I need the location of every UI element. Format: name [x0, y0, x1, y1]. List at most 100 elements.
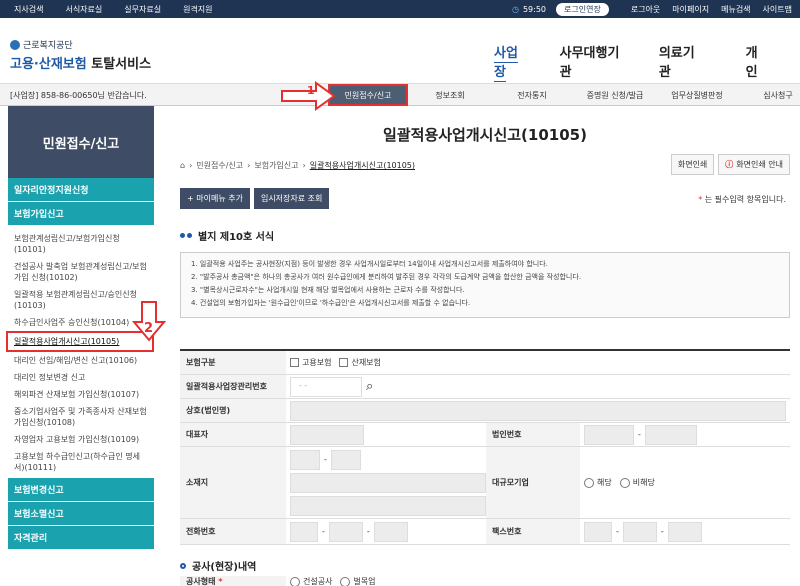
crumb-sep-icon: ›	[247, 161, 251, 170]
mgmt-no-input[interactable]: - -	[290, 376, 362, 397]
logo-mark-icon	[10, 39, 20, 50]
address-input-2[interactable]	[290, 495, 486, 516]
bullet-ring-icon	[180, 562, 186, 569]
notice-line-1: 1. 일괄적용 사업주는 공사현장(지점) 등이 발생한 경우 사업개시일로부터…	[191, 260, 548, 268]
fax-label: 팩스번호	[486, 519, 580, 544]
sidebar-title: 민원접수/신고	[8, 106, 154, 178]
print-button[interactable]: 화면인쇄	[670, 154, 715, 175]
sub-menu-bar: [사업장] 858-86-00650님 반갑습니다. 민원접수/신고 정보조회 …	[0, 84, 800, 106]
gnb-medical[interactable]: 의료기관	[659, 42, 704, 80]
submenu-enotice[interactable]: 전자통지	[492, 84, 572, 106]
menu-search-link[interactable]: 메뉴검색	[721, 4, 750, 15]
large-no-radio[interactable]	[619, 477, 630, 488]
sitemap-link[interactable]: 사이트맵	[763, 4, 792, 15]
sidebar-cat-job[interactable]: 일자리안정지원신청	[8, 178, 154, 202]
sidebar: 민원접수/신고 일자리안정지원신청 보험가입신고 보험관계성립신고/보험가입신청…	[6, 106, 154, 586]
zip-input-1[interactable]	[290, 449, 320, 470]
sidebar-item-10102[interactable]: 건설공사 발축업 보험관계성립신고/보험가입 신청(10102)	[8, 258, 154, 286]
search-icon[interactable]: ⌕	[366, 379, 373, 394]
large-no-label: 비해당	[632, 478, 655, 487]
crumb-2[interactable]: 보험가입신고	[254, 160, 298, 171]
header: 근로복지공단 고용·산재보험 토탈서비스 사업장 사무대행기관 의료기관 개인	[0, 18, 800, 84]
sidebar-cat-insurance[interactable]: 보험가입신고	[8, 202, 154, 226]
logo-org: 근로복지공단	[23, 41, 73, 51]
fax-input-3[interactable]	[667, 521, 702, 542]
construction-type-label: 공사형태 *	[180, 576, 286, 586]
logo[interactable]: 근로복지공단 고용·산재보험 토탈서비스	[10, 38, 151, 72]
company-label: 상호(법인명)	[180, 399, 286, 422]
construction-type-text: 공사형태	[186, 577, 216, 586]
sidebar-cat-qualification[interactable]: 자격관리	[8, 526, 154, 550]
sidebar-cat-change[interactable]: 보험변경신고	[8, 478, 154, 502]
corp-no-input-2[interactable]	[644, 424, 697, 445]
fax-input-2[interactable]	[622, 521, 657, 542]
employment-ins-checkbox[interactable]	[290, 358, 299, 367]
ins-type-label: 보험구분	[180, 351, 286, 374]
submenu-info[interactable]: 정보조회	[408, 84, 492, 106]
logging-radio[interactable]	[340, 576, 351, 586]
submenu-complaint[interactable]: 민원접수/신고	[328, 84, 408, 106]
fax-input-1[interactable]	[584, 521, 612, 542]
phone-input-2[interactable]	[328, 521, 363, 542]
zip-input-2[interactable]	[330, 449, 361, 470]
crumb-1[interactable]: 민원접수/신고	[196, 160, 243, 171]
required-star: *	[698, 195, 703, 204]
mypage-link[interactable]: 마이페이지	[672, 4, 709, 15]
print-guide-button[interactable]: ⓘ 화면인쇄 안내	[718, 154, 790, 175]
main-content: 일괄적용사업개시신고(10105) ⌂ › 민원접수/신고 › 보험가입신고 ›…	[180, 106, 790, 586]
sidebar-item-10106[interactable]: 대리인 선임/해임/변신 신고(10106)	[8, 352, 154, 369]
sidebar-item-10107[interactable]: 해외파견 산재보험 가입신청(10107)	[8, 386, 154, 403]
gnb-agency[interactable]: 사무대행기관	[560, 42, 627, 80]
mgmt-no-label: 일괄적용사업장관리번호	[180, 375, 286, 398]
sidebar-item-10109[interactable]: 자영업자 고용보험 가입신청(10109)	[8, 431, 154, 448]
annotation-arrow-1: 1	[281, 81, 336, 111]
address-label: 소재지	[180, 447, 286, 518]
phone-input-3[interactable]	[373, 521, 408, 542]
top-link-remote[interactable]: 원격지원	[183, 4, 212, 15]
section-construction-label: 공사(현장)내역	[192, 562, 257, 573]
construction-radio[interactable]	[290, 576, 300, 586]
top-link-forms[interactable]: 서식자료실	[65, 4, 102, 15]
bullet-icon	[187, 233, 192, 238]
notice-line-4: 4. 건설업의 보험가입자는 '원수급인'이므로 '하수급인'은 사업개시신고서…	[191, 299, 471, 307]
sidebar-item-10101[interactable]: 보험관계성립신고/보험가입신청(10101)	[8, 230, 154, 258]
ceo-input[interactable]	[290, 424, 364, 445]
extend-login-button[interactable]: 로그인연장	[556, 3, 609, 16]
temp-save-lookup-button[interactable]: 임시저장자료 조회	[253, 188, 330, 209]
section-form-label: 별지 제10호 서식	[198, 232, 275, 243]
notice-line-2: 2. "발주공사 총금액"은 하나의 총공사가 여러 원수급인에게 분리하여 발…	[191, 273, 582, 281]
top-link-practice[interactable]: 실무자료실	[124, 4, 161, 15]
large-yes-radio[interactable]	[584, 477, 594, 488]
home-icon[interactable]: ⌂	[180, 161, 185, 170]
sidebar-item-agent-info[interactable]: 대리인 정보변경 신고	[8, 369, 154, 386]
gnb-workplace[interactable]: 사업장	[494, 42, 528, 80]
breadcrumb: ⌂ › 민원접수/신고 › 보험가입신고 › 일괄적용사업개시신고(10105)	[180, 160, 415, 171]
section-construction-title: 공사(현장)내역	[180, 558, 256, 573]
corp-no-input-1[interactable]	[584, 424, 634, 445]
sidebar-item-10108[interactable]: 중소기업사업주 및 가족종사자 산재보험가입신청(10108)	[8, 403, 154, 431]
phone-input-1[interactable]	[290, 521, 318, 542]
clock-icon: ◷	[511, 5, 519, 14]
sidebar-item-10111[interactable]: 고용보험 하수급인신고(하수급인 명세서)(10111)	[8, 448, 154, 476]
required-note: * 는 필수입력 항목입니다.	[698, 194, 786, 205]
submenu-disease[interactable]: 업무상질병판정	[658, 84, 736, 106]
annotation-number-2: 2	[144, 321, 153, 336]
logout-link[interactable]: 로그아웃	[631, 4, 660, 15]
company-input[interactable]	[290, 400, 786, 421]
top-link-branch-search[interactable]: 지사검색	[14, 4, 43, 15]
construction-type-row: 공사형태 * 건설공사 벌목업	[180, 576, 790, 586]
sidebar-cat-extinction[interactable]: 보험소멸신고	[8, 502, 154, 526]
notice-box: 1. 일괄적용 사업주는 공사현장(지점) 등이 발생한 경우 사업개시일로부터…	[180, 252, 790, 318]
crumb-3[interactable]: 일괄적용사업개시신고(10105)	[310, 160, 415, 171]
address-input-1[interactable]	[290, 472, 486, 493]
top-utility-bar: 지사검색 서식자료실 실무자료실 원격지원 ◷ 59:50 로그인연장 로그아웃…	[0, 0, 800, 18]
logo-service-a: 고용·산재보험	[10, 57, 87, 72]
add-mymenu-button[interactable]: + 마이메뉴 추가	[180, 188, 250, 209]
corp-no-label: 법인번호	[486, 423, 580, 446]
gnb-personal[interactable]: 개인	[746, 42, 768, 80]
annotation-arrow-2: 2	[132, 301, 167, 342]
industrial-ins-checkbox[interactable]	[339, 358, 349, 367]
welcome-text: [사업장] 858-86-00650님 반갑습니다.	[10, 91, 147, 100]
submenu-review[interactable]: 심사청구	[736, 84, 800, 106]
submenu-certificate[interactable]: 증명원 신청/발급	[572, 84, 658, 106]
